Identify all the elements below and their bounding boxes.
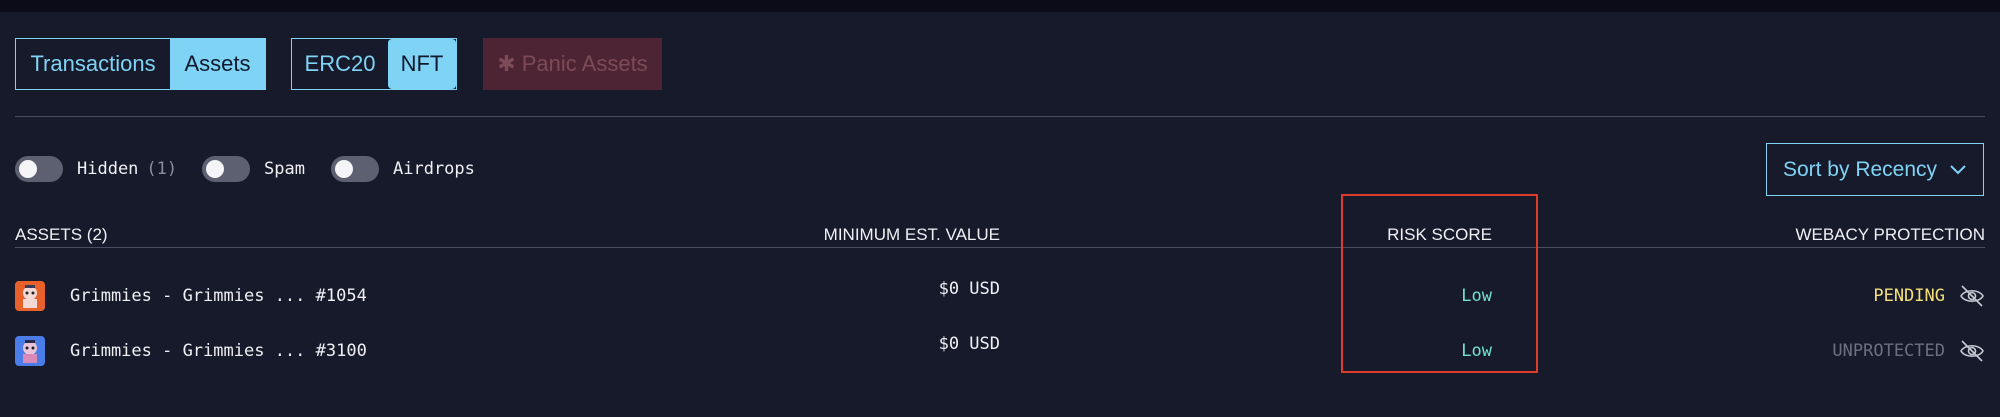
- asset-type-tabs: ERC20 NFT: [291, 38, 457, 90]
- asset-value: $0 USD: [938, 334, 1000, 354]
- asset-name: Grimmies - Grimmies ... #1054: [70, 286, 367, 306]
- toggle-switch[interactable]: [202, 156, 250, 182]
- asterisk-icon: ✱: [497, 51, 516, 76]
- protection-status: PENDING: [1873, 286, 1945, 306]
- toggle-switch[interactable]: [15, 156, 63, 182]
- view-tabs: Transactions Assets: [15, 38, 266, 90]
- column-header-value: MINIMUM EST. VALUE: [823, 225, 1000, 244]
- spam-label: Spam: [264, 159, 305, 179]
- header-divider: [15, 247, 1985, 248]
- airdrops-label: Airdrops: [393, 159, 475, 179]
- airdrops-toggle[interactable]: Airdrops: [331, 156, 475, 182]
- panic-assets-label: Panic Assets: [521, 51, 648, 76]
- column-header-assets: ASSETS (2): [15, 225, 108, 244]
- eye-off-icon[interactable]: [1959, 283, 1985, 309]
- hidden-count: (1): [146, 159, 178, 179]
- asset-name: Grimmies - Grimmies ... #3100: [70, 341, 367, 361]
- nft-thumbnail: [15, 281, 45, 311]
- protection-status: UNPROTECTED: [1832, 341, 1945, 361]
- column-header-protection: WEBACY PROTECTION: [1795, 225, 1985, 244]
- panic-assets-button[interactable]: ✱ Panic Assets: [483, 38, 662, 90]
- tab-erc20[interactable]: ERC20: [292, 39, 388, 89]
- table-row[interactable]: Grimmies - Grimmies ... #3100 $0 USD Low…: [0, 334, 2000, 376]
- divider: [15, 116, 1985, 117]
- risk-score-highlight: [1341, 194, 1538, 373]
- sort-dropdown[interactable]: Sort by Recency: [1766, 143, 1984, 196]
- tab-transactions[interactable]: Transactions: [16, 39, 170, 89]
- table-row[interactable]: Grimmies - Grimmies ... #1054 $0 USD Low…: [0, 279, 2000, 321]
- hidden-label: Hidden: [77, 159, 139, 179]
- tab-nft[interactable]: NFT: [388, 39, 456, 89]
- nft-thumbnail: [15, 336, 45, 366]
- tab-assets[interactable]: Assets: [170, 39, 265, 89]
- spam-toggle[interactable]: Spam: [202, 156, 305, 182]
- sort-label: Sort by Recency: [1782, 157, 1938, 181]
- eye-off-icon[interactable]: [1959, 338, 1985, 364]
- toggle-switch[interactable]: [331, 156, 379, 182]
- chevron-down-icon: [1950, 164, 1966, 174]
- hidden-toggle[interactable]: Hidden (1): [15, 156, 177, 182]
- top-bar: [0, 0, 2000, 12]
- asset-value: $0 USD: [938, 279, 1000, 299]
